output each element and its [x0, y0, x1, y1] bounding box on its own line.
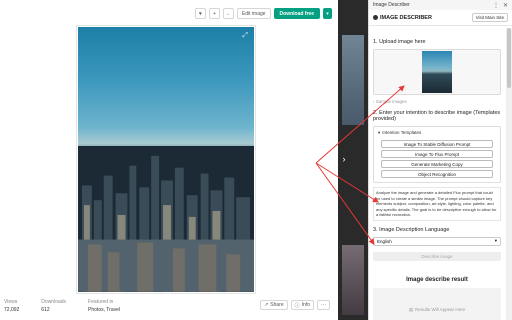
scrollbar-thumb[interactable] — [507, 28, 511, 88]
share-label: Share — [270, 302, 284, 308]
city-skyline-photo[interactable]: ⤢ — [78, 27, 254, 292]
chevron-down-icon: ▾ — [494, 238, 497, 244]
stat-label: Views — [4, 299, 18, 305]
intention-section-title: 2. Enter your intention to describe imag… — [373, 110, 501, 122]
template-object-recognition[interactable]: Object Recognition — [381, 170, 493, 178]
sample-images-link[interactable]: › Sample images — [373, 99, 501, 104]
background-thumbnail — [342, 245, 364, 315]
photo-toolbar: ♥ + ← Edit image Download free ▾ — [194, 8, 332, 19]
photo-stats: Views 72,092 Downloads 612 Featured in P… — [4, 299, 120, 313]
chevron-down-icon: ▾ — [378, 130, 381, 135]
panel-titlebar: Image Describer ⋮ ✕ — [369, 0, 512, 10]
photo-page: ♥ + ← Edit image Download free ▾ ⤢ Views… — [0, 0, 338, 320]
heart-icon: ♥ — [198, 10, 202, 17]
brand: IMAGE DESCRIBER — [373, 15, 432, 21]
info-button[interactable]: ⓘ Info — [290, 300, 314, 310]
app-root: ♥ + ← Edit image Download free ▾ ⤢ Views… — [0, 0, 512, 320]
arrow-left-icon: ← — [225, 10, 231, 17]
language-select[interactable]: English ▾ — [373, 236, 501, 246]
intention-textarea[interactable]: Analyze the image and generate a detaile… — [373, 187, 501, 221]
skyline-illustration — [78, 146, 254, 292]
share-button[interactable]: ↗ Share — [260, 300, 288, 310]
panel-header: IMAGE DESCRIBER Visit Main Site — [369, 10, 512, 26]
result-box: ▤ Results Will Appear Here — [373, 287, 501, 320]
brand-name: IMAGE DESCRIBER — [380, 14, 432, 21]
collect-button[interactable]: + — [208, 8, 220, 19]
panel-scrollbar[interactable] — [506, 28, 512, 320]
window-title: Image Describer — [373, 2, 410, 8]
panel-body: 1. Upload image here › Sample images 2. … — [369, 28, 505, 320]
chevron-down-icon: ▾ — [326, 10, 329, 17]
result-title: Image describe result — [406, 276, 468, 283]
plus-icon: + — [212, 10, 216, 17]
stat-label: Downloads — [41, 299, 67, 305]
expand-icon[interactable]: ⤢ — [242, 32, 248, 40]
stat-featured: Featured in Photos, Travel — [88, 299, 120, 313]
sample-images-label: Sample images — [375, 99, 407, 104]
templates-toggle[interactable]: ▾ Intention Templates — [378, 130, 496, 136]
close-icon[interactable]: ✕ — [503, 2, 508, 9]
upload-section-title: 1. Upload image here — [373, 39, 426, 45]
edit-image-button[interactable]: Edit image — [236, 8, 271, 19]
next-photo-icon[interactable]: › — [339, 154, 349, 164]
visit-main-site-button[interactable]: Visit Main Site — [471, 13, 508, 22]
template-row: Object Recognition — [381, 170, 493, 178]
like-button[interactable]: ♥ — [194, 8, 206, 19]
upload-dropzone[interactable] — [373, 49, 501, 95]
language-value: English — [377, 238, 392, 244]
uploaded-image-thumbnail — [422, 51, 452, 93]
back-button[interactable]: ← — [222, 8, 234, 19]
stat-downloads: Downloads 612 — [41, 299, 66, 313]
stat-views: Views 72,092 — [4, 299, 19, 313]
stat-label: Featured in — [88, 299, 114, 305]
more-button[interactable]: ··· — [317, 300, 330, 310]
info-icon: ⓘ — [294, 302, 300, 309]
share-icon: ↗ — [264, 302, 269, 308]
result-placeholder: Results Will Appear Here — [415, 307, 466, 313]
template-marketing-copy[interactable]: Generate Marketing Copy — [381, 160, 493, 168]
stat-value[interactable]: Photos, Travel — [88, 307, 120, 313]
document-icon: ▤ — [408, 306, 414, 312]
info-label: Info — [301, 302, 310, 308]
image-describer-panel: Image Describer ⋮ ✕ IMAGE DESCRIBER Visi… — [368, 0, 512, 320]
template-sd-prompt[interactable]: Image To Stable Diffusion Prompt — [381, 140, 493, 148]
window-controls: ⋮ ✕ — [493, 2, 508, 9]
download-options-button[interactable]: ▾ — [323, 8, 332, 19]
intention-templates: ▾ Intention Templates Image To Stable Di… — [373, 126, 501, 183]
stat-value: 612 — [41, 307, 50, 313]
templates-header: Intention Templates — [382, 130, 422, 135]
background-thumbnail — [342, 35, 364, 125]
stat-value: 72,092 — [4, 307, 20, 313]
describe-image-button[interactable]: Describe image — [373, 251, 501, 261]
more-options-icon[interactable]: ⋮ — [493, 2, 499, 9]
download-button[interactable]: Download free — [273, 8, 320, 19]
template-flux-prompt[interactable]: Image To Flux Prompt — [381, 150, 493, 158]
template-list: Image To Stable Diffusion Prompt Image T… — [378, 140, 496, 178]
logo-icon — [373, 15, 378, 20]
photo-actions: ↗ Share ⓘ Info ··· — [260, 300, 330, 310]
photo-frame: ⤢ — [76, 25, 256, 294]
language-section-title: 3. Image Description Language — [373, 226, 450, 233]
